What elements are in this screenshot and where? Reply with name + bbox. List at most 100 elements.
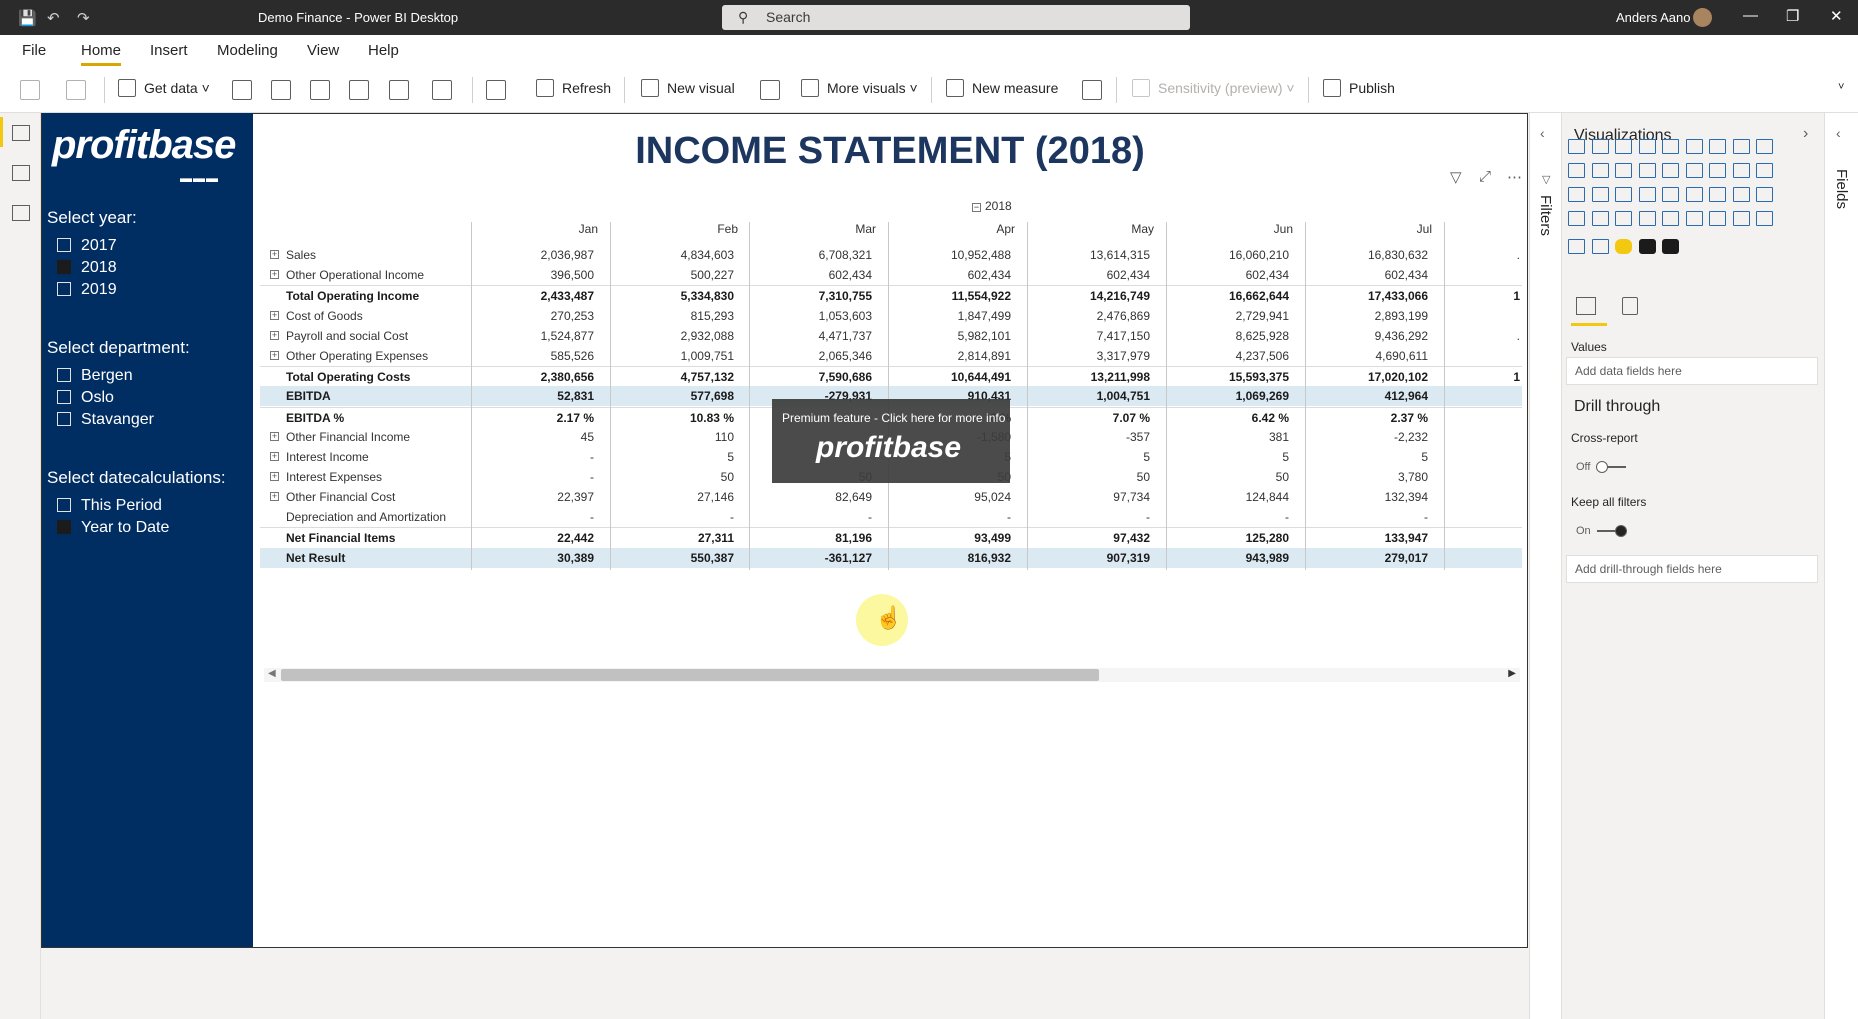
month-header[interactable]: Jun xyxy=(1173,222,1293,236)
save-icon[interactable]: 💾 xyxy=(18,9,37,27)
menu-insert[interactable]: Insert xyxy=(150,42,188,59)
publish-button[interactable]: Publish xyxy=(1323,79,1395,97)
ribbon-chart-icon[interactable] xyxy=(1615,163,1632,178)
expand-icon[interactable]: + xyxy=(270,492,279,501)
pie-chart-icon[interactable] xyxy=(1709,163,1726,178)
year-option-2017[interactable]: 2017 xyxy=(57,237,117,255)
sensitivity-button[interactable]: Sensitivity (preview) ˅ xyxy=(1132,79,1295,97)
table-row[interactable]: + Other Operating Expenses 585,526 1,009,75… xyxy=(260,346,1522,366)
scroll-left-icon[interactable]: ◀ xyxy=(268,668,276,679)
month-header[interactable]: Apr xyxy=(895,222,1015,236)
expand-fields-icon[interactable]: ‹ xyxy=(1836,125,1841,141)
fields-label[interactable]: Fields xyxy=(1833,169,1850,209)
scroll-thumb[interactable] xyxy=(281,669,1099,681)
avatar[interactable] xyxy=(1693,8,1712,27)
expand-filters-icon[interactable]: ‹ xyxy=(1540,125,1545,141)
table-row[interactable]: + Sales 2,036,987 4,834,603 6,708,321 10,952,… xyxy=(260,245,1522,265)
scatter-icon[interactable] xyxy=(1685,163,1703,178)
100-bar-icon[interactable] xyxy=(1662,139,1679,154)
table-row[interactable]: Net Result 30,389 550,387 -361,127 816,932 90… xyxy=(260,548,1522,568)
power-bi-datasets-icon[interactable] xyxy=(271,80,291,100)
kpi-icon[interactable] xyxy=(1685,187,1703,202)
filter-icon[interactable]: ▽ xyxy=(1450,168,1462,186)
gauge-icon[interactable] xyxy=(1615,187,1632,202)
treemap-icon[interactable] xyxy=(1756,163,1773,178)
decomposition-tree-icon[interactable] xyxy=(1638,211,1656,226)
checkbox-icon[interactable] xyxy=(57,390,71,404)
table-row[interactable]: + Cost of Goods 270,253 815,293 1,053,603 1,8… xyxy=(260,306,1522,326)
table-row[interactable]: + Other Operational Income 396,500 500,227 6… xyxy=(260,265,1522,285)
checkbox-icon[interactable] xyxy=(57,498,71,512)
custom-visual-icon[interactable] xyxy=(1568,239,1585,254)
expand-icon[interactable]: + xyxy=(270,311,279,320)
checkbox-icon[interactable] xyxy=(57,238,71,252)
month-header[interactable]: Feb xyxy=(618,222,738,236)
keep-filters-toggle[interactable]: On xyxy=(1576,525,1627,538)
checkbox-icon[interactable] xyxy=(57,412,71,426)
report-view-icon[interactable] xyxy=(12,125,30,141)
department-option-bergen[interactable]: Bergen xyxy=(57,367,133,385)
more-visuals-button[interactable]: More visuals ˅ xyxy=(801,79,918,97)
paginated-icon[interactable] xyxy=(1709,211,1726,226)
paste-icon[interactable] xyxy=(20,80,40,100)
table-row[interactable]: + Other Financial Cost 22,397 27,146 82,649 9… xyxy=(260,487,1522,507)
minimize-icon[interactable]: — xyxy=(1743,7,1758,24)
line-column-icon[interactable] xyxy=(1568,163,1585,178)
fields-pane-collapsed[interactable]: ‹ Fields xyxy=(1824,113,1858,1019)
menu-modeling[interactable]: Modeling xyxy=(217,42,278,59)
excel-icon[interactable] xyxy=(232,80,252,100)
checkbox-checked-icon[interactable] xyxy=(57,260,71,274)
checkbox-icon[interactable] xyxy=(57,282,71,296)
table-row[interactable]: + Payroll and social Cost 1,524,877 2,932,0… xyxy=(260,326,1522,346)
user-name[interactable]: Anders Aano xyxy=(1616,10,1690,25)
python-visual-icon[interactable] xyxy=(1591,211,1609,226)
sql-server-icon[interactable] xyxy=(310,80,330,100)
matrix-horizontal-scrollbar[interactable]: ◀ ▶ xyxy=(264,668,1520,682)
values-well[interactable]: Add data fields here xyxy=(1566,357,1818,385)
redo-icon[interactable]: ↷ xyxy=(77,9,90,27)
menu-help[interactable]: Help xyxy=(368,42,399,59)
filled-map-icon[interactable] xyxy=(1591,187,1609,202)
menu-file[interactable]: File xyxy=(22,42,46,59)
more-options-icon[interactable]: ⋯ xyxy=(1507,168,1522,186)
year-option-2018[interactable]: 2018 xyxy=(57,259,117,277)
100-column-icon[interactable] xyxy=(1685,139,1703,154)
r-visual-icon[interactable] xyxy=(1568,211,1585,226)
department-option-oslo[interactable]: Oslo xyxy=(57,389,114,407)
map-icon[interactable] xyxy=(1568,187,1585,202)
line-chart-icon[interactable] xyxy=(1709,139,1726,154)
toggle-visual-icon[interactable] xyxy=(1615,239,1632,254)
expand-icon[interactable]: + xyxy=(270,250,279,259)
clustered-column-icon[interactable] xyxy=(1638,139,1656,154)
month-header[interactable]: Jan xyxy=(478,222,598,236)
scroll-right-icon[interactable]: ▶ xyxy=(1508,668,1516,679)
menu-home[interactable]: Home xyxy=(81,42,122,66)
month-header[interactable]: Jul xyxy=(1312,222,1432,236)
matrix-icon[interactable] xyxy=(1756,187,1773,202)
year-column-header[interactable]: −2018 xyxy=(972,199,1012,213)
model-view-icon[interactable] xyxy=(12,205,30,221)
stacked-bar-icon[interactable] xyxy=(1568,139,1585,154)
expand-icon[interactable]: + xyxy=(270,270,279,279)
format-tab-icon[interactable] xyxy=(1622,297,1638,315)
smart-narrative-icon[interactable] xyxy=(1685,211,1703,226)
table-row[interactable]: Depreciation and Amortization - - - - - - - xyxy=(260,507,1522,527)
expand-icon[interactable]: + xyxy=(270,472,279,481)
format-painter-icon[interactable] xyxy=(66,80,86,100)
stacked-column-icon[interactable] xyxy=(1591,139,1609,154)
expand-icon[interactable]: + xyxy=(270,351,279,360)
close-icon[interactable]: ✕ xyxy=(1830,7,1843,25)
checkbox-icon[interactable] xyxy=(57,368,71,382)
datecalc-option-this-period[interactable]: This Period xyxy=(57,497,162,515)
qa-icon[interactable] xyxy=(1662,211,1679,226)
datecalc-option-year-to-date[interactable]: Year to Date xyxy=(57,519,169,537)
profitbase-visual-icon[interactable] xyxy=(1662,239,1679,254)
new-visual-button[interactable]: New visual xyxy=(641,79,735,97)
focus-mode-icon[interactable]: ⤢ xyxy=(1479,168,1491,185)
premium-feature-tooltip[interactable]: Premium feature - Click here for more in… xyxy=(772,399,1010,483)
refresh-button[interactable]: Refresh xyxy=(536,79,611,97)
line-clustered-icon[interactable] xyxy=(1591,163,1609,178)
slicer-icon[interactable] xyxy=(1709,187,1726,202)
collapse-icon[interactable]: − xyxy=(972,203,981,212)
clustered-bar-icon[interactable] xyxy=(1615,139,1632,154)
